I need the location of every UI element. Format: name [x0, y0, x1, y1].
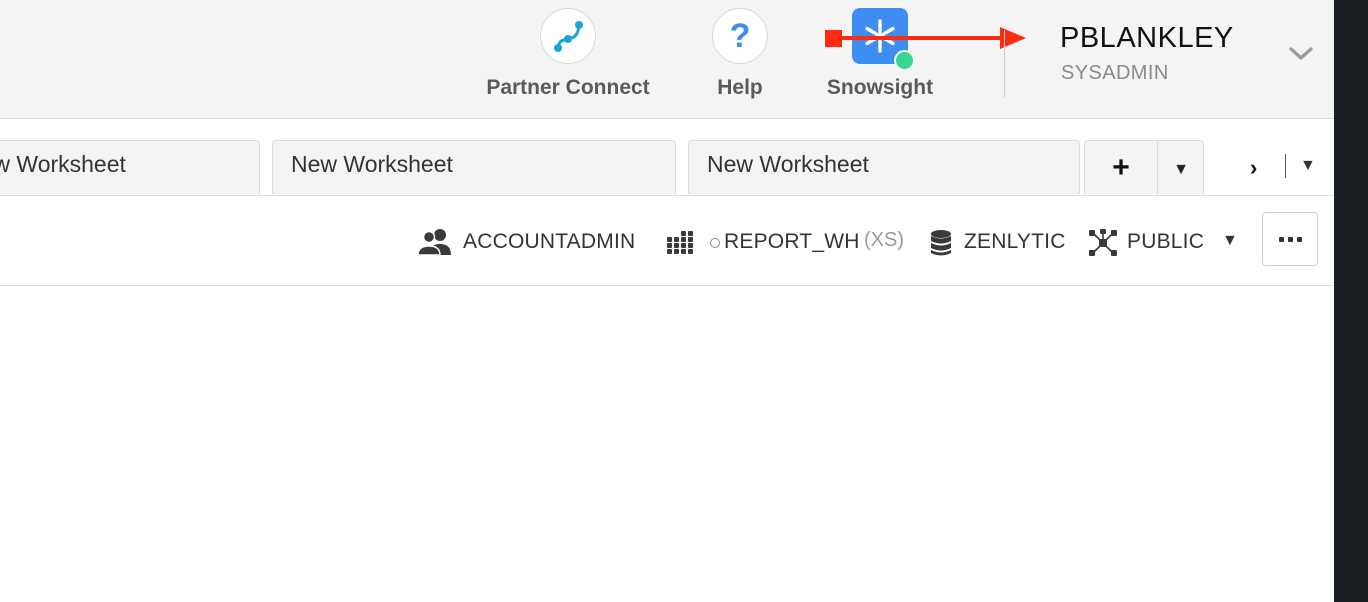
chevron-down-icon[interactable]: [1288, 44, 1314, 67]
header-divider: [1004, 30, 1005, 98]
schema-value: PUBLIC: [1127, 230, 1205, 253]
top-header: Partner Connect ? Help Snowsight PBLANKL…: [0, 0, 1334, 119]
tab-label: New Worksheet: [291, 151, 453, 177]
user-name: PBLANKLEY: [1060, 22, 1234, 54]
role-value: ACCOUNTADMIN: [463, 230, 636, 253]
worksheet-tab[interactable]: New Worksheet: [688, 140, 1080, 194]
more-icon: [1278, 236, 1284, 242]
tab-label: New Worksheet: [0, 151, 126, 177]
window-background: [1334, 0, 1368, 602]
tab-label: New Worksheet: [707, 151, 869, 177]
warehouse-value: REPORT_WH: [724, 230, 860, 253]
warehouse-size: (XS): [864, 229, 904, 251]
warehouse-icon: [667, 231, 693, 254]
database-icon: [931, 230, 951, 256]
schema-icon: [1089, 229, 1117, 256]
context-dropdown-icon[interactable]: ▼: [1222, 232, 1238, 250]
role-icon: [417, 229, 451, 256]
partner-connect-icon: [540, 8, 596, 64]
editor-area[interactable]: [0, 286, 1334, 602]
partner-connect-button[interactable]: Partner Connect: [480, 8, 656, 100]
worksheet-tabs: New Worksheet New Worksheet New Workshee…: [0, 119, 1334, 196]
help-button[interactable]: ? Help: [700, 8, 780, 100]
add-tab-button[interactable]: +: [1085, 141, 1157, 195]
worksheet-tab[interactable]: New Worksheet: [0, 140, 260, 194]
snowsight-button[interactable]: Snowsight: [818, 8, 942, 100]
help-icon: ?: [712, 8, 768, 64]
tab-scroll-right-icon[interactable]: ›: [1250, 155, 1257, 181]
status-dot: [894, 50, 915, 71]
database-value: ZENLYTIC: [964, 230, 1066, 253]
tab-list-dropdown[interactable]: ▼: [1300, 157, 1316, 175]
add-tab-group: + ▼: [1084, 140, 1204, 195]
snowsight-label: Snowsight: [826, 76, 934, 99]
more-options-button[interactable]: [1262, 212, 1318, 266]
annotation-arrow-line: [840, 36, 1004, 40]
warehouse-status-indicator: [710, 238, 720, 248]
app-window: Partner Connect ? Help Snowsight PBLANKL…: [0, 0, 1334, 602]
tab-options-dropdown[interactable]: ▼: [1158, 141, 1204, 195]
user-role: SYSADMIN: [1061, 62, 1169, 84]
worksheet-tab[interactable]: New Worksheet: [272, 140, 676, 194]
help-label: Help: [717, 76, 763, 99]
svg-text:?: ?: [730, 17, 751, 55]
context-bar: ACCOUNTADMIN REPORT_WH (XS) ZENLYTIC PUB…: [0, 196, 1334, 286]
partner-connect-label: Partner Connect: [486, 76, 650, 99]
